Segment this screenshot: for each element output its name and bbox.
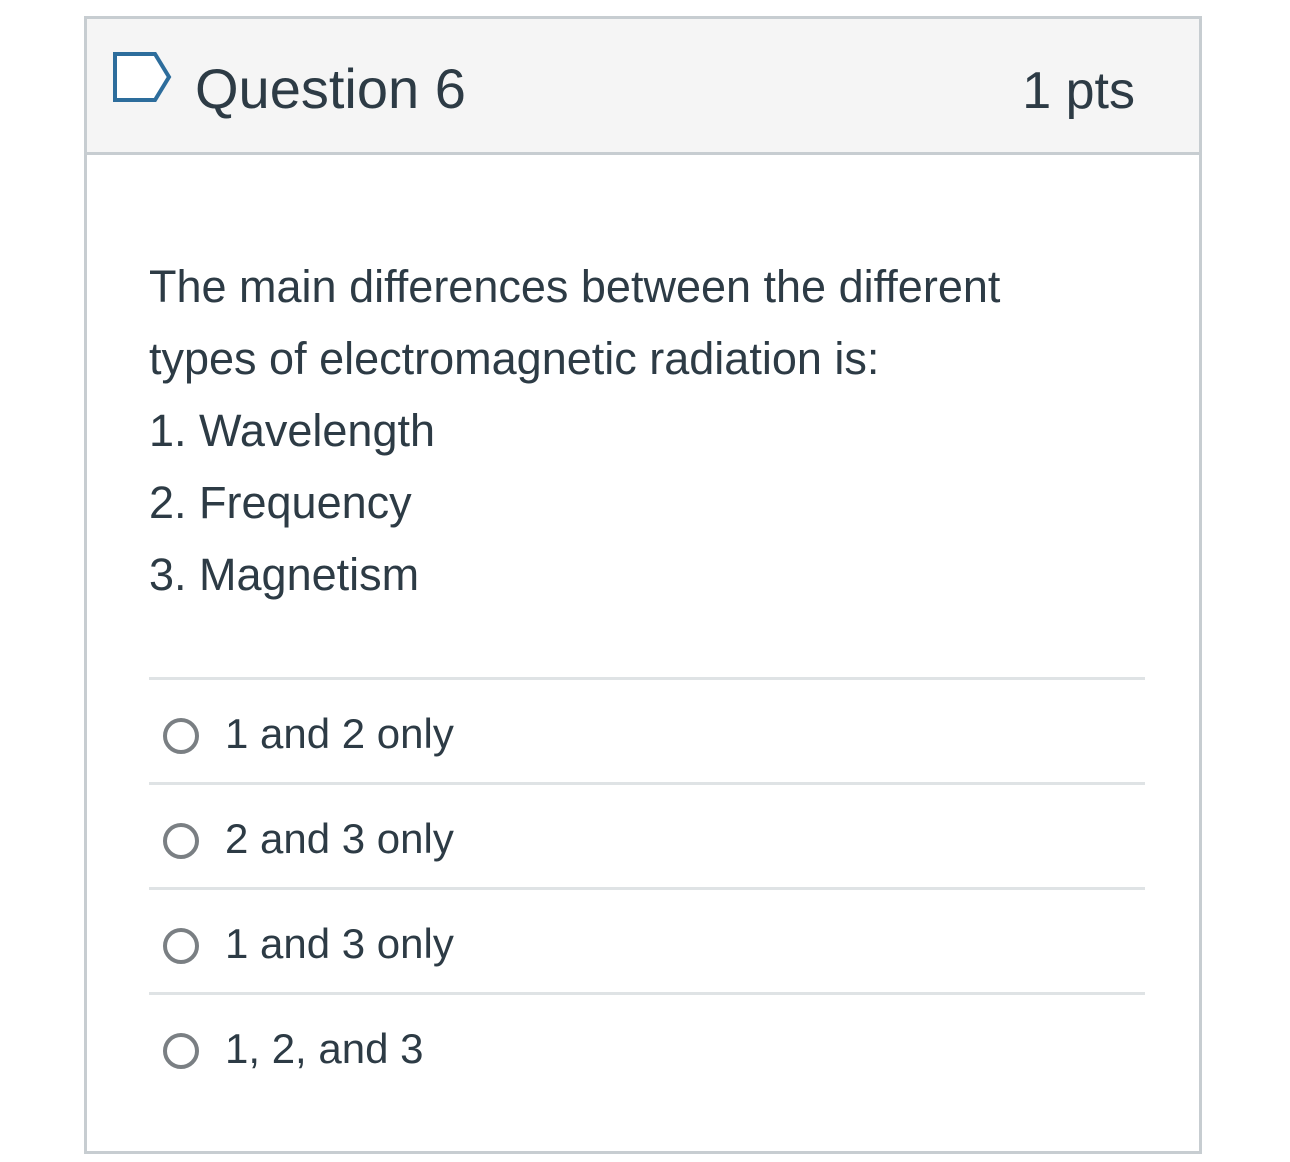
- prompt-line: The main differences between the differe…: [149, 261, 1001, 312]
- answer-label[interactable]: 1 and 3 only: [225, 918, 454, 970]
- answer-label[interactable]: 1 and 2 only: [225, 708, 454, 760]
- question-card: Question 6 1 pts The main differences be…: [84, 16, 1202, 1154]
- question-prompt: The main differences between the differe…: [149, 251, 1149, 611]
- answer-label[interactable]: 1, 2, and 3: [225, 1023, 424, 1075]
- prompt-line: 2. Frequency: [149, 477, 412, 528]
- radio-button[interactable]: [163, 718, 199, 754]
- answer-option-3[interactable]: 1 and 3 only: [149, 890, 1145, 995]
- answer-list: 1 and 2 only 2 and 3 only 1 and 3 only 1…: [149, 677, 1145, 1097]
- answer-option-2[interactable]: 2 and 3 only: [149, 785, 1145, 890]
- prompt-line: types of electromagnetic radiation is:: [149, 333, 880, 384]
- prompt-line: 1. Wavelength: [149, 405, 435, 456]
- question-title: Question 6: [195, 57, 466, 120]
- prompt-line: 3. Magnetism: [149, 549, 420, 600]
- question-points: 1 pts: [1022, 62, 1135, 120]
- radio-button[interactable]: [163, 823, 199, 859]
- answer-label[interactable]: 2 and 3 only: [225, 813, 454, 865]
- radio-button[interactable]: [163, 1033, 199, 1069]
- answer-option-1[interactable]: 1 and 2 only: [149, 680, 1145, 785]
- question-header: Question 6 1 pts: [87, 19, 1199, 155]
- answer-option-4[interactable]: 1, 2, and 3: [149, 995, 1145, 1097]
- radio-button[interactable]: [163, 928, 199, 964]
- bookmark-flag-icon[interactable]: [111, 50, 175, 104]
